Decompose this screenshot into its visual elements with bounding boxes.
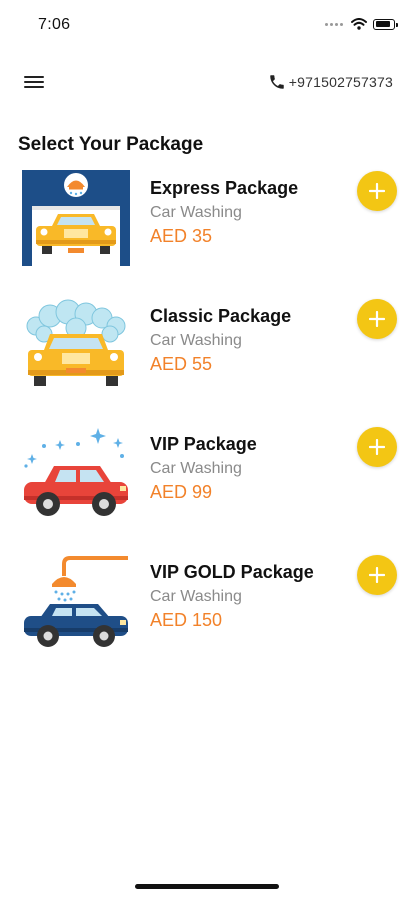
package-price: AED 99 — [150, 482, 213, 502]
plus-icon — [369, 567, 385, 583]
package-card-classic[interactable]: Classic Package Car Washing AED 55 — [0, 296, 415, 424]
package-name: Classic Package — [150, 306, 292, 326]
phone-contact-link[interactable]: +971502757373 — [268, 73, 393, 91]
add-package-button[interactable] — [357, 555, 397, 595]
add-package-button[interactable] — [357, 427, 397, 467]
app-header: +971502757373 — [0, 60, 415, 106]
package-list: Express Package Car Washing AED 35 Class… — [0, 168, 415, 680]
shower-car-icon — [24, 556, 128, 647]
sparkling-car-icon — [24, 428, 128, 516]
cellular-signal-icon — [325, 22, 343, 26]
wifi-icon — [351, 18, 367, 30]
package-card-vip[interactable]: VIP Package Car Washing AED 99 — [0, 424, 415, 552]
package-name: VIP Package — [150, 434, 257, 454]
phone-icon — [270, 75, 284, 89]
package-price: AED 55 — [150, 354, 213, 374]
package-category: Car Washing — [150, 204, 242, 221]
package-price: AED 150 — [150, 610, 223, 630]
hamburger-menu-icon[interactable] — [24, 76, 44, 92]
add-package-button[interactable] — [357, 171, 397, 211]
battery-icon — [373, 18, 398, 30]
plus-icon — [369, 183, 385, 199]
plus-icon — [369, 311, 385, 327]
battery-level-fill — [375, 21, 390, 27]
foam-wash-car-icon — [26, 299, 126, 386]
status-time: 7:06 — [38, 16, 71, 33]
status-icons — [325, 18, 398, 30]
package-card-vip-gold[interactable]: VIP GOLD Package Car Washing AED 150 — [0, 552, 415, 680]
package-category: Car Washing — [150, 332, 242, 349]
package-price: AED 35 — [150, 226, 213, 246]
car-wash-garage-icon — [22, 170, 130, 266]
package-category: Car Washing — [150, 588, 242, 605]
package-name: VIP GOLD Package — [150, 562, 314, 582]
status-bar: 7:06 — [0, 0, 415, 50]
plus-icon — [369, 439, 385, 455]
package-name: Express Package — [150, 178, 299, 198]
phone-number[interactable]: +971502757373 — [289, 74, 393, 90]
package-category: Car Washing — [150, 460, 242, 477]
package-card-express[interactable]: Express Package Car Washing AED 35 — [0, 168, 415, 296]
add-package-button[interactable] — [357, 299, 397, 339]
page-title: Select Your Package — [18, 134, 204, 155]
home-indicator[interactable] — [135, 884, 279, 889]
